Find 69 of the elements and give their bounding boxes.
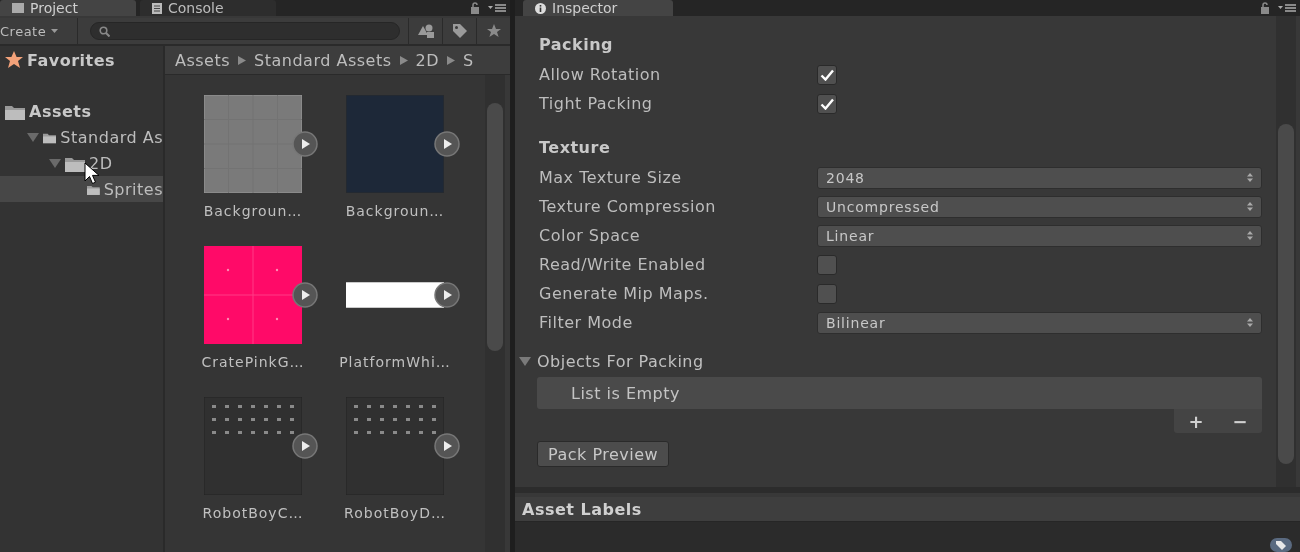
add-button[interactable]: + [1182, 410, 1210, 432]
tree-item[interactable]: Sprites [0, 176, 163, 202]
asset-name[interactable]: PlatformWhi… [339, 354, 451, 370]
updown-icon [1247, 318, 1253, 327]
menu-icon[interactable] [1278, 3, 1296, 13]
document-icon [152, 2, 162, 14]
panel-tab[interactable]: Project [0, 0, 136, 16]
breadcrumb-item[interactable]: Standard Assets [254, 50, 392, 70]
search-icon [99, 25, 110, 37]
lock-icon[interactable] [1260, 2, 1270, 14]
updown-icon [1247, 231, 1253, 240]
scrollbar[interactable] [1276, 16, 1296, 487]
field-label: Generate Mip Maps. [539, 284, 710, 303]
play-icon[interactable] [434, 282, 460, 308]
dropdown[interactable]: Linear [817, 224, 1262, 247]
section-title: Packing [539, 34, 615, 56]
asset-name[interactable]: Backgroun… [203, 203, 303, 219]
breadcrumb-item[interactable]: Assets [175, 50, 231, 70]
separator-icon [447, 55, 456, 65]
panel-tab[interactable]: Inspector [523, 0, 673, 16]
tree-item[interactable]: Favorites [0, 47, 163, 73]
star-icon [5, 51, 23, 69]
asset-name[interactable]: Backgroun… [345, 203, 445, 219]
dropdown[interactable]: Uncompressed [817, 195, 1262, 218]
asset-name[interactable]: RobotBoyC… [202, 505, 304, 521]
dropdown[interactable]: 2048 [817, 166, 1262, 189]
dropdown[interactable]: Bilinear [817, 311, 1262, 334]
breadcrumb-item[interactable]: S [463, 50, 474, 70]
field-label: Color Space [539, 226, 642, 245]
play-icon[interactable] [434, 131, 460, 157]
field-label: Read/Write Enabled [539, 255, 707, 274]
asset-name[interactable]: CratePinkG… [201, 354, 305, 370]
checkbox[interactable] [817, 283, 837, 304]
updown-icon [1247, 173, 1253, 182]
asset-labels-title: Asset Labels [522, 499, 642, 519]
section-title: Texture [539, 137, 612, 159]
checkbox[interactable] [817, 93, 837, 114]
field-label: Allow Rotation [539, 65, 662, 84]
field-label: Tight Packing [539, 94, 654, 113]
lock-icon[interactable] [470, 2, 480, 14]
separator-icon [399, 55, 408, 65]
tree-item[interactable]: 2D [0, 150, 163, 176]
checkbox[interactable] [817, 64, 837, 85]
panel-tab[interactable]: Console [140, 0, 276, 16]
tree-item[interactable]: Standard As [0, 124, 163, 150]
list-foldout[interactable]: Objects For Packing [519, 349, 1262, 373]
tag-icon[interactable] [1270, 538, 1292, 552]
breadcrumb-item[interactable]: 2D [415, 50, 440, 70]
tree-item[interactable]: Assets [0, 98, 163, 124]
play-icon[interactable] [292, 433, 318, 459]
field-label: Texture Compression [539, 197, 717, 216]
caret-icon [51, 29, 59, 33]
updown-icon [1247, 202, 1253, 211]
create-button[interactable]: Create [0, 18, 78, 44]
window-icon [12, 3, 24, 13]
play-icon[interactable] [292, 282, 318, 308]
play-icon[interactable] [292, 131, 318, 157]
pack-preview-button[interactable]: Pack Preview [537, 441, 670, 467]
play-icon[interactable] [434, 433, 460, 459]
info-icon [535, 2, 546, 14]
menu-icon[interactable] [488, 3, 506, 13]
field-label: Filter Mode [539, 313, 634, 332]
asset-name[interactable]: RobotBoyD… [344, 505, 446, 521]
remove-button[interactable]: − [1226, 410, 1254, 432]
search-field[interactable] [90, 22, 400, 40]
empty-list-text: List is Empty [571, 383, 680, 403]
separator-icon [238, 55, 247, 65]
field-label: Max Texture Size [539, 168, 683, 187]
checkbox[interactable] [817, 254, 837, 275]
